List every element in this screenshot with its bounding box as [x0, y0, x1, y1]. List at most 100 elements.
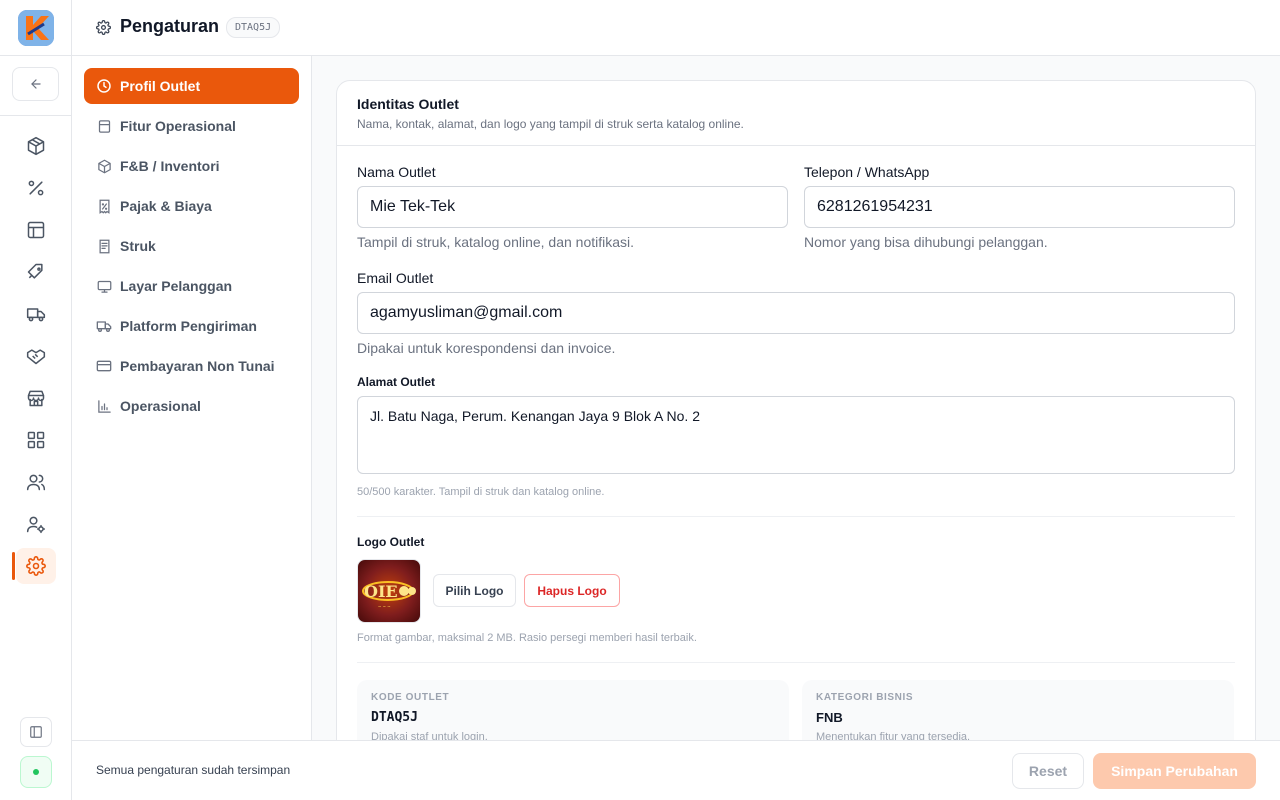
rail-item-staff[interactable] [16, 506, 56, 542]
nav-item-pajak-biaya[interactable]: Pajak & Biaya [84, 188, 299, 224]
page-title: Pengaturan [120, 16, 220, 36]
reset-button[interactable]: Reset [1012, 753, 1084, 789]
layout-icon [27, 221, 45, 239]
tag-icon [27, 263, 43, 279]
business-category-value: FNB [816, 710, 843, 725]
outlet-code-label: KODE OUTLET [371, 692, 450, 703]
truck-icon [96, 321, 112, 332]
outlet-identity-card: Identitas Outlet Nama, kontak, alamat, d… [336, 80, 1256, 740]
nav-item-fnb-inventori[interactable]: F&B / Inventori [84, 148, 299, 184]
bar-chart-icon [97, 399, 111, 413]
credit-card-icon [96, 360, 112, 372]
svg-text:OIE: OIE [364, 582, 398, 601]
nav-item-profil-outlet[interactable]: Profil Outlet [84, 68, 299, 104]
nav-item-label: Pajak & Biaya [120, 198, 212, 214]
settings-icon [96, 20, 111, 35]
address-hint: 50/500 karakter. Tampil di struk dan kat… [357, 486, 605, 498]
address-textarea[interactable]: Jl. Batu Naga, Perum. Kenangan Jaya 9 Bl… [357, 396, 1235, 474]
package-icon [97, 159, 111, 173]
save-changes-button[interactable]: Simpan Perubahan [1093, 753, 1256, 789]
outlet-code-badge: DTAQ5J [226, 17, 281, 38]
email-input[interactable]: agamyusliman@gmail.com [357, 292, 1235, 334]
nav-item-fitur-operasional[interactable]: Fitur Operasional [84, 108, 299, 144]
rail-item-discounts[interactable] [16, 170, 56, 206]
nav-item-layar-pelanggan[interactable]: Layar Pelanggan [84, 268, 299, 304]
nav-item-operasional[interactable]: Operasional [84, 388, 299, 424]
rail-item-settings[interactable] [16, 548, 56, 584]
outlet-code-hint: Dipakai staf untuk login. [371, 731, 488, 740]
delete-logo-button[interactable]: Hapus Logo [524, 574, 620, 607]
collapse-sidebar-button[interactable] [20, 717, 52, 747]
business-category-label: KATEGORI BISNIS [816, 692, 914, 703]
email-label: Email Outlet [357, 270, 434, 286]
outlet-logo-image: OIE ~ ~ ~ [357, 559, 421, 623]
nav-item-struk[interactable]: Struk [84, 228, 299, 264]
nav-item-label: Layar Pelanggan [120, 278, 233, 294]
business-category-box: KATEGORI BISNIS FNB Menentukan fitur yan… [802, 680, 1234, 740]
save-bar: Semua pengaturan sudah tersimpan Reset S… [72, 740, 1280, 800]
nav-item-platform-pengiriman[interactable]: Platform Pengiriman [84, 308, 299, 344]
outlet-code-box: KODE OUTLET DTAQ5J Dipakai staf untuk lo… [357, 680, 789, 740]
back-button[interactable] [12, 67, 59, 101]
settings-icon [26, 556, 46, 576]
phone-hint: Nomor yang bisa dihubungi pelanggan. [804, 234, 1048, 250]
box-icon [27, 136, 45, 156]
outlet-name-label: Nama Outlet [357, 164, 436, 180]
section-divider [357, 662, 1235, 663]
card-subtitle: Nama, kontak, alamat, dan logo yang tamp… [357, 117, 744, 131]
logo-hint: Format gambar, maksimal 2 MB. Rasio pers… [357, 632, 697, 644]
card-header: Identitas Outlet Nama, kontak, alamat, d… [337, 81, 1255, 146]
nav-item-label: Platform Pengiriman [120, 318, 257, 334]
nav-item-label: Pembayaran Non Tunai [120, 358, 275, 374]
outlet-name-input[interactable]: Mie Tek-Tek [357, 186, 788, 228]
section-divider [357, 516, 1235, 517]
outlet-name-hint: Tampil di struk, katalog online, dan not… [357, 234, 635, 250]
percent-icon [28, 180, 44, 196]
phone-label: Telepon / WhatsApp [804, 164, 930, 180]
svg-text:~ ~ ~: ~ ~ ~ [378, 604, 391, 609]
logo-label: Logo Outlet [357, 535, 425, 549]
settings-content[interactable]: Identitas Outlet Nama, kontak, alamat, d… [312, 56, 1280, 740]
rail-item-apps[interactable] [16, 422, 56, 458]
arrow-left-icon [30, 79, 41, 89]
business-category-hint: Menentukan fitur yang tersedia. [816, 731, 971, 740]
card-title: Identitas Outlet [357, 96, 459, 112]
users-icon [26, 474, 46, 491]
app-root: Pengaturan DTAQ5J Profil Outlet Fitur Op… [0, 0, 1280, 800]
nav-item-label: Fitur Operasional [120, 118, 236, 134]
rail-divider [0, 55, 72, 56]
monitor-icon [97, 280, 111, 293]
grid-icon [27, 431, 45, 449]
app-logo[interactable] [18, 10, 54, 46]
nav-item-label: Operasional [120, 398, 201, 414]
rail-item-tags[interactable] [16, 254, 56, 290]
phone-input[interactable]: 6281261954231 [804, 186, 1235, 228]
address-label: Alamat Outlet [357, 375, 436, 389]
connection-status-button[interactable] [20, 756, 52, 788]
clock-icon [97, 79, 111, 93]
save-status-text: Semua pengaturan sudah tersimpan [96, 763, 291, 777]
receipt-icon [99, 239, 109, 253]
rail-divider [0, 115, 72, 116]
sidebar-toggle-icon [30, 726, 42, 738]
rail-item-products[interactable] [16, 128, 56, 164]
nav-item-label: F&B / Inventori [120, 158, 220, 174]
icon-rail [0, 0, 72, 800]
user-settings-icon [26, 516, 46, 534]
truck-icon [26, 308, 46, 322]
top-header: Pengaturan DTAQ5J [72, 0, 1280, 56]
nav-item-label: Profil Outlet [120, 78, 201, 94]
archive-icon [98, 119, 110, 133]
rail-item-customers[interactable] [16, 464, 56, 500]
nav-item-label: Struk [120, 238, 156, 254]
rail-item-delivery[interactable] [16, 296, 56, 332]
rail-item-layout[interactable] [16, 212, 56, 248]
rail-item-store[interactable] [16, 380, 56, 416]
rail-item-partners[interactable] [16, 338, 56, 374]
email-hint: Dipakai untuk korespondensi dan invoice. [357, 340, 616, 356]
handshake-icon [26, 349, 46, 365]
choose-logo-button[interactable]: Pilih Logo [433, 574, 516, 607]
rail-active-indicator [12, 552, 15, 580]
settings-nav: Profil Outlet Fitur Operasional F&B / In… [72, 56, 312, 740]
nav-item-pembayaran-non-tunai[interactable]: Pembayaran Non Tunai [84, 348, 299, 384]
